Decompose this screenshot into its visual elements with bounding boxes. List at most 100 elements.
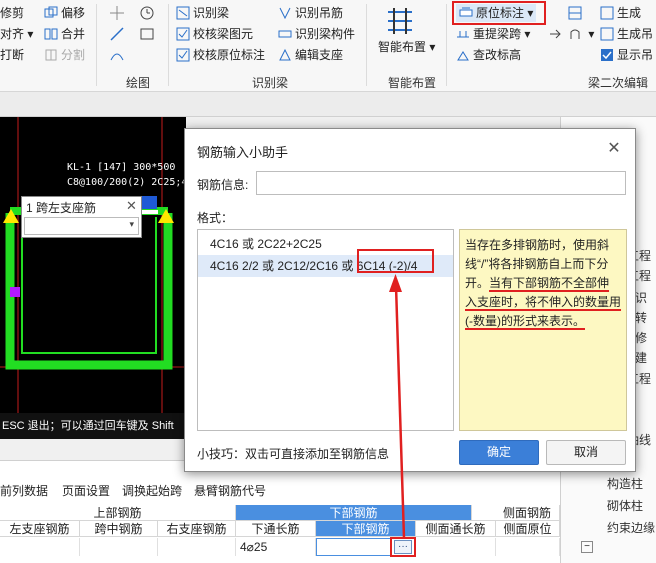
arc-icon [110,48,124,62]
break-label: 打断 [0,48,25,62]
generate-button[interactable]: 生成 [600,4,641,22]
hook-icon [568,27,582,41]
panel-item[interactable]: 识 [635,289,647,306]
merge-icon [44,27,58,41]
toolbar-page-setup[interactable]: 页面设置 [62,482,110,499]
toolbar-cantilever-code[interactable]: 悬臂钢筋代号 [194,482,266,499]
cell-side-in-situ[interactable] [496,538,560,556]
split-icon [44,48,58,62]
reextract-span-button[interactable]: 重提梁跨 ▾ [456,25,530,43]
split-button[interactable]: 分割 [44,46,85,64]
recognize-hanger-button[interactable]: 识别吊筋 [278,4,343,22]
cancel-button[interactable]: 取消 [546,440,626,465]
merge-label: 合并 [61,27,86,41]
panel-item[interactable]: 构造柱 [607,475,643,492]
panel-item[interactable]: 建 [635,349,647,366]
draw-group-label: 绘图 [126,76,151,90]
ribbon-divider [446,4,447,86]
rebar-info-input[interactable] [256,171,626,195]
smart-layout-label: 智能布置 [378,40,427,54]
recognize-beam-component-button[interactable]: 识别梁构件 [278,25,355,43]
panel-item[interactable]: 转 [635,309,647,326]
popup-dropdown[interactable]: ▾ [24,217,139,235]
edit-support-button[interactable]: 编辑支座 [278,46,343,64]
ribbon-toolbar: 修剪 偏移 对齐 ▾ 合并 打断 分割 绘图 识别梁 校核梁图元 校核原位标注 … [0,0,656,92]
generate-label: 生成 [617,6,642,20]
generate-icon [600,6,614,20]
popup-title: 1 跨左支座筋 [26,201,97,215]
span-support-popup[interactable]: 1 跨左支座筋 ✕ ▾ [21,196,142,238]
header-top-rebar: 上部钢筋 [0,505,236,521]
break-button[interactable]: 打断 [0,46,24,64]
col-bottom-through: 下通长筋 [236,521,316,537]
toolbar-copy-previous[interactable]: 前列数据 [0,482,48,499]
smart-layout-icon[interactable] [384,6,416,36]
beam-label-2: C8@100/200(2) 2C25;4 [67,177,186,188]
recognize-beam-icon [176,6,190,20]
clock-icon [140,6,154,20]
panel-item[interactable]: 约束边缘 [607,519,655,536]
check-annotation-button[interactable]: 校核原位标注 [176,46,265,64]
close-icon[interactable]: ✕ [606,141,622,157]
check-beam-elements-button[interactable]: 校核梁图元 [176,25,253,43]
annotate-tool-button[interactable] [548,25,565,43]
merge-button[interactable]: 合并 [44,25,85,43]
panel-item[interactable]: 修 [635,329,647,346]
generate-hanger-label: 生成吊 [617,27,654,41]
tab-strip [0,92,656,117]
drawing-canvas[interactable]: KL-1 [147] 300*500 C8@100/200(2) 2C25;4 … [0,117,186,439]
show-hanger-checkbox[interactable]: 显示吊 [600,46,653,64]
offset-button[interactable]: 偏移 [44,4,85,22]
col-left-support: 左支座钢筋 [0,521,80,537]
format-example-highlight [357,249,434,273]
hanger-icon [278,6,292,20]
popup-close-icon[interactable]: ✕ [126,198,137,214]
arrow-icon [548,27,562,41]
check-beam-elements-label: 校核梁图元 [193,27,254,41]
check-annotation-label: 校核原位标注 [193,48,266,62]
clock-tool[interactable] [140,4,157,22]
line-tool[interactable] [110,25,127,43]
toolbar-swap-start-span[interactable]: 调换起始跨 [122,482,182,499]
panel-item[interactable]: 砌体柱 [607,497,643,514]
check-elevation-button[interactable]: 查改标高 [456,46,521,64]
align-button[interactable]: 对齐 ▾ [0,25,33,43]
generate-hanger-button[interactable]: 生成吊 [600,25,653,43]
rebar-info-label: 钢筋信息: [197,178,249,192]
point-tool[interactable] [110,4,127,22]
generate-hanger-icon [600,27,614,41]
format-hint-panel: 当存在多排钢筋时，使用斜线“/”将各排钢筋自上而下分开。当有下部钢筋不全部伸入支… [459,229,627,431]
in-situ-highlight [452,1,546,25]
offset-label: 偏移 [61,6,86,20]
hook-button[interactable]: ▾ [568,25,594,43]
edit-support-icon [278,48,292,62]
smart-layout-button[interactable]: 智能布置 ▾ [378,38,435,56]
ok-button[interactable]: 确定 [459,440,539,465]
trim-label: 修剪 [0,6,25,20]
cell-left-support[interactable] [0,538,80,556]
arc-tool[interactable] [110,46,127,64]
table-icon [568,6,582,20]
smart-group-label: 智能布置 [388,76,437,90]
recognize-group-label: 识别梁 [252,76,289,90]
ribbon-divider [168,4,169,86]
annotate-aux-button[interactable] [568,4,585,22]
cell-bottom-through[interactable]: 4⌀25 [236,538,316,556]
rectangle-icon [140,27,154,41]
beam-component-icon [278,27,292,41]
cell-side-through[interactable] [416,538,496,556]
collapse-toggle[interactable]: − [581,541,593,553]
check-annotation-icon [176,48,190,62]
edit-support-label: 编辑支座 [295,48,344,62]
col-right-support: 右支座钢筋 [158,521,236,537]
cell-mid-span[interactable] [80,538,158,556]
col-side-in-situ: 侧面原位 [496,521,560,537]
beam-label-1: KL-1 [147] 300*500 [67,162,176,173]
dialog-title: 钢筋输入小助手 [197,145,289,160]
trim-button[interactable]: 修剪 [0,4,24,22]
offset-icon [44,6,58,20]
bottom-rebar-table: 前列数据 页面设置 调换起始跨 悬臂钢筋代号 上部钢筋 下部钢筋 侧面钢筋 左支… [0,460,560,563]
recognize-beam-button[interactable]: 识别梁 [176,4,229,22]
cell-right-support[interactable] [158,538,236,556]
rect-tool[interactable] [140,25,157,43]
